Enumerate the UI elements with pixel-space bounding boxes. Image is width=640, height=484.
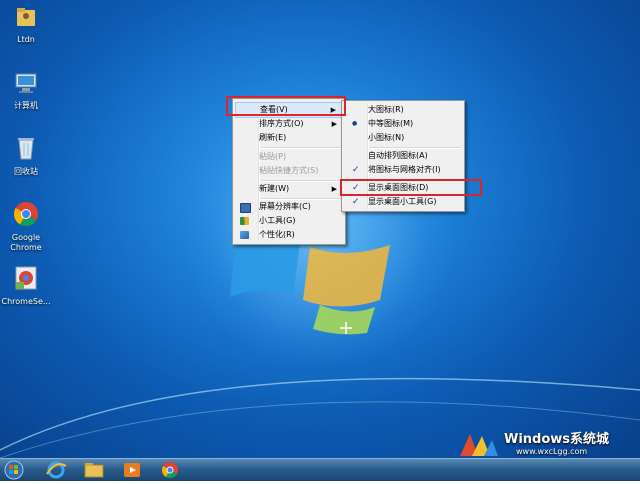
menu-item-label: 中等图标(M) (368, 119, 414, 128)
watermark-url: www.wxcLgg.com (516, 447, 588, 456)
checkmark-icon: ✓ (352, 197, 360, 207)
menu-item-label: 新建(W) (259, 184, 290, 193)
view-item-auto-arrange[interactable]: 自动排列图标(A) (344, 149, 462, 163)
personalize-icon (240, 231, 249, 239)
chrome-icon (13, 202, 38, 227)
start-orb-icon (4, 460, 24, 480)
mouse-cursor-icon (340, 322, 352, 334)
taskbar-button-chrome[interactable] (158, 460, 188, 480)
watermark: Windows系统城 www.wxcLgg.com (456, 432, 640, 458)
menu-item-paste[interactable]: 粘贴(P) (235, 150, 343, 164)
desktop-icon-label: ChromeSe... (1, 297, 51, 306)
view-item-medium-icons[interactable]: ● 中等图标(M) (344, 117, 462, 131)
menu-item-gadgets[interactable]: 小工具(G) (235, 214, 343, 228)
watermark-brand: Windows系统城 (504, 432, 610, 447)
start-button[interactable] (2, 460, 32, 480)
taskbar-button-media-player[interactable] (120, 460, 150, 480)
ie-icon (46, 461, 67, 479)
desktop-context-menu: 查看(V) ▶ 排序方式(O) ▶ 刷新(E) 粘贴(P) 粘贴快捷方式(S) … (232, 98, 346, 245)
submenu-arrow-icon: ▶ (331, 120, 337, 128)
menu-item-label: 粘贴快捷方式(S) (259, 166, 319, 175)
menu-item-sort-by[interactable]: 排序方式(O) ▶ (235, 117, 343, 131)
submenu-arrow-icon: ▶ (331, 185, 337, 193)
menu-item-label: 个性化(R) (259, 230, 295, 239)
desktop-icon-chromesetup[interactable]: ChromeSe... (0, 264, 52, 307)
taskbar-button-explorer[interactable] (82, 460, 112, 480)
desktop-icon-recycle-bin[interactable]: 回收站 (0, 134, 52, 177)
desktop-icon-chrome[interactable]: Google Chrome (0, 200, 52, 253)
radio-bullet-icon: ● (352, 120, 358, 127)
user-folder-icon (17, 8, 35, 26)
desktop-icon-user-folder[interactable]: Ltdn (0, 4, 52, 45)
checkmark-icon: ✓ (352, 165, 360, 175)
menu-item-refresh[interactable]: 刷新(E) (235, 131, 343, 145)
menu-item-paste-shortcut[interactable]: 粘贴快捷方式(S) (235, 164, 343, 178)
menu-item-label: 刷新(E) (259, 133, 287, 142)
taskbar (0, 458, 640, 481)
menu-item-label: 排序方式(O) (259, 119, 304, 128)
view-item-large-icons[interactable]: 大图标(R) (344, 103, 462, 117)
explorer-icon (84, 463, 104, 478)
computer-icon (15, 73, 37, 93)
view-item-align-to-grid[interactable]: ✓ 将图标与网格对齐(I) (344, 163, 462, 177)
taskbar-button-ie[interactable] (44, 460, 74, 480)
recycle-bin-icon (18, 138, 34, 160)
desktop-icon-label: Google Chrome (10, 233, 42, 252)
gadgets-icon (240, 217, 249, 225)
menu-item-screen-resolution[interactable]: 屏幕分辨率(C) (235, 200, 343, 214)
desktop-icon-label: Ltdn (17, 35, 35, 44)
menu-item-label: 小图标(N) (368, 133, 405, 142)
menu-item-label: 显示桌面小工具(G) (368, 197, 437, 206)
chromesetup-icon (15, 266, 37, 290)
chrome-icon (161, 462, 178, 479)
menu-item-label: 大图标(R) (368, 105, 404, 114)
menu-item-label: 粘贴(P) (259, 152, 287, 161)
windows-logo-icon (460, 434, 498, 456)
menu-item-personalize[interactable]: 个性化(R) (235, 228, 343, 242)
menu-item-label: 屏幕分辨率(C) (259, 202, 311, 211)
menu-item-label: 小工具(G) (259, 216, 296, 225)
screen-resolution-icon (240, 203, 251, 213)
highlight-box-view (226, 96, 346, 116)
menu-separator (261, 147, 342, 149)
desktop[interactable]: Ltdn 计算机 回收站 Google Chrome ChromeSe... 查… (0, 0, 640, 458)
menu-item-label: 将图标与网格对齐(I) (368, 165, 441, 174)
desktop-icon-label: 计算机 (14, 101, 38, 110)
view-item-show-desktop-gadgets[interactable]: ✓ 显示桌面小工具(G) (344, 195, 462, 209)
highlight-box-show-desktop-icons (340, 179, 482, 196)
menu-item-label: 自动排列图标(A) (368, 151, 428, 160)
menu-item-new[interactable]: 新建(W) ▶ (235, 182, 343, 196)
media-player-icon (124, 463, 140, 477)
view-item-small-icons[interactable]: 小图标(N) (344, 131, 462, 145)
desktop-icon-computer[interactable]: 计算机 (0, 70, 52, 111)
desktop-icon-label: 回收站 (14, 167, 38, 176)
